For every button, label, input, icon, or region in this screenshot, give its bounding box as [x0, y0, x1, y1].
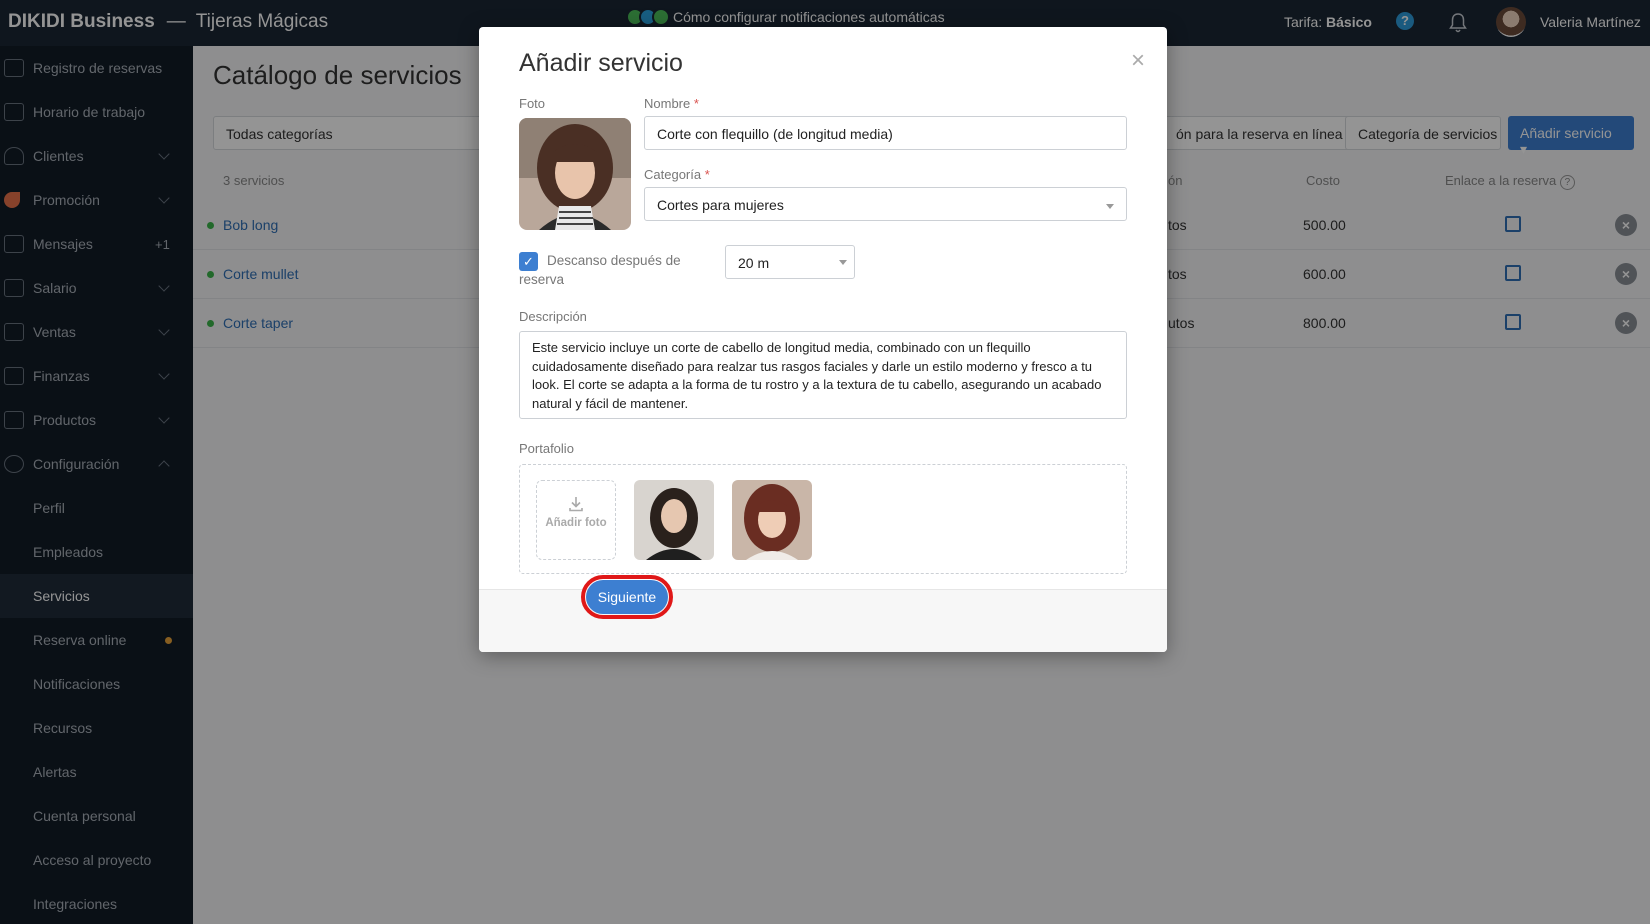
portfolio-photo-image — [634, 480, 714, 560]
chevron-down-icon — [1106, 204, 1114, 209]
add-photo-button[interactable]: Añadir foto — [536, 480, 616, 560]
service-photo[interactable] — [519, 118, 631, 230]
category-select[interactable]: Cortes para mujeres — [644, 187, 1127, 221]
download-icon — [569, 497, 583, 512]
photo-label: Foto — [519, 96, 546, 111]
break-label[interactable]: Descanso después de reserva — [519, 251, 699, 289]
description-label: Descripción — [519, 309, 587, 324]
close-icon[interactable]: × — [1131, 47, 1145, 75]
portfolio-dropzone[interactable]: Añadir foto — [519, 464, 1127, 574]
portfolio-photo[interactable] — [732, 480, 812, 560]
break-duration-select[interactable]: 20 m — [725, 245, 855, 279]
name-label: Nombre * — [644, 96, 699, 111]
portfolio-photo-image — [732, 480, 812, 560]
description-textarea[interactable]: Este servicio incluye un corte de cabell… — [519, 331, 1127, 419]
modal-title: Añadir servicio — [519, 49, 683, 77]
chevron-down-icon — [839, 260, 847, 265]
portfolio-photo[interactable] — [634, 480, 714, 560]
name-input[interactable]: Corte con flequillo (de longitud media) — [644, 116, 1127, 150]
portfolio-label: Portafolio — [519, 441, 574, 456]
next-button[interactable]: Siguiente — [586, 580, 668, 614]
category-label: Categoría * — [644, 167, 710, 182]
service-photo-image — [519, 118, 631, 230]
add-service-modal: Añadir servicio × Foto Nombre * Corte co… — [479, 27, 1167, 652]
